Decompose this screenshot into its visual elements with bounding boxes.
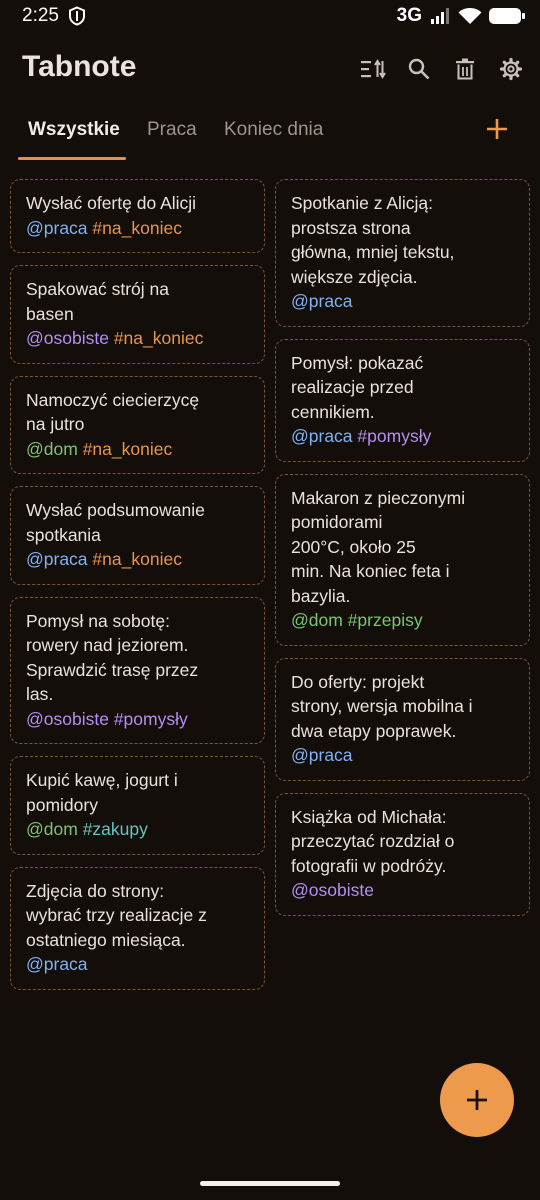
trash-icon <box>456 58 474 80</box>
note-card[interactable]: Namoczyć ciecierzycę na jutro @dom #na_ko… <box>10 375 265 474</box>
note-text: Spakować strój na basen <box>26 279 169 324</box>
note-tags: @praca <box>291 743 515 768</box>
note-tag: #zakupy <box>82 819 148 839</box>
tab-praca[interactable]: Praca <box>147 119 197 141</box>
tab-bar: Wszystkie Praca Koniec dnia <box>0 112 540 162</box>
note-card[interactable]: Makaron z pieczonymi pomidorami 200°C, o… <box>275 473 530 646</box>
note-card[interactable]: Wysłać podsumowanie spotkania @praca #na_… <box>10 486 265 585</box>
note-card[interactable]: Pomysł: pokazać realizacje przed cenniki… <box>275 338 530 462</box>
active-tab-indicator <box>18 157 126 160</box>
note-tag: #na_koniec <box>92 549 182 569</box>
note-text: Spotkanie z Alicją: prostsza strona głów… <box>291 193 455 287</box>
note-tags: @praca <box>26 952 250 977</box>
network-type: 3G <box>396 5 422 26</box>
note-tag: @dom <box>291 610 343 630</box>
notes-column-right: Spotkanie z Alicją: prostsza strona głów… <box>275 179 530 916</box>
note-card[interactable]: Spakować strój na basen @osobiste #na_kon… <box>10 265 265 364</box>
note-card[interactable]: Spotkanie z Alicją: prostsza strona głów… <box>275 179 530 327</box>
header-actions <box>354 52 530 86</box>
note-tags: @dom #na_koniec <box>26 437 250 462</box>
note-card[interactable]: Pomysł na sobotę: rowery nad jeziorem. S… <box>10 596 265 744</box>
note-text: Pomysł: pokazać realizacje przed cenniki… <box>291 352 424 422</box>
plus-icon <box>467 1090 487 1110</box>
note-tags: @praca <box>291 289 515 314</box>
note-text: Kupić kawę, jogurt i pomidory <box>26 770 178 815</box>
settings-button[interactable] <box>492 52 530 86</box>
tab-wszystkie[interactable]: Wszystkie <box>28 119 120 141</box>
app-title: Tabnote <box>22 50 137 83</box>
note-tag: @praca <box>291 745 353 765</box>
status-bar: 2:25 3G <box>0 0 540 34</box>
notes-column-left: Wysłać ofertę do Alicji @praca #na_koniec… <box>10 179 265 990</box>
note-tag: @praca <box>26 217 88 238</box>
add-note-button[interactable] <box>440 1063 514 1137</box>
note-tags: @dom #przepisy <box>291 608 515 633</box>
note-text: Książka od Michała: przeczytać rozdział … <box>291 806 455 876</box>
note-tag: #przepisy <box>347 610 423 630</box>
note-card[interactable]: Zdjęcia do strony: wybrać trzy realizacj… <box>10 866 265 990</box>
note-text: Makaron z pieczonymi pomidorami 200°C, o… <box>291 487 466 606</box>
note-text: Namoczyć ciecierzycę na jutro <box>26 389 200 435</box>
note-tag: #na_koniec <box>92 217 182 238</box>
note-tags: @praca #na_koniec <box>26 216 250 241</box>
wifi-icon <box>458 8 482 24</box>
note-tag: @dom <box>26 819 78 839</box>
note-text: Pomysł na sobotę: rowery nad jeziorem. S… <box>26 610 199 705</box>
note-tag: @dom <box>26 438 78 459</box>
note-card[interactable]: Kupić kawę, jogurt i pomidory @dom #zakup… <box>10 756 265 855</box>
note-text: Wysłać ofertę do Alicji <box>26 193 197 213</box>
note-card[interactable]: Do oferty: projekt strony, wersja mobiln… <box>275 657 530 781</box>
note-tag: @osobiste <box>26 708 109 729</box>
note-tag: @osobiste <box>26 328 109 348</box>
note-tags: @osobiste <box>291 878 515 903</box>
search-icon <box>408 58 430 80</box>
add-tab-icon[interactable] <box>482 114 512 144</box>
gesture-nav-bar[interactable] <box>200 1181 340 1186</box>
note-text: Do oferty: projekt strony, wersja mobiln… <box>291 671 473 741</box>
note-text: Wysłać podsumowanie spotkania <box>26 500 205 545</box>
note-tag: @praca <box>26 954 88 974</box>
delete-button[interactable] <box>446 52 484 86</box>
note-card[interactable]: Książka od Michała: przeczytać rozdział … <box>275 792 530 916</box>
note-tag: @praca <box>26 549 88 569</box>
search-button[interactable] <box>400 52 438 86</box>
note-tag: #na_koniec <box>82 438 173 459</box>
note-tag: #pomysły <box>113 708 188 729</box>
shield-icon <box>69 6 85 26</box>
tab-koniec-dnia[interactable]: Koniec dnia <box>224 119 323 141</box>
note-tag: @osobiste <box>291 880 374 900</box>
note-tag: @praca <box>291 426 353 446</box>
status-time: 2:25 <box>22 5 59 26</box>
note-tags: @dom #zakupy <box>26 817 250 842</box>
note-tags: @osobiste #pomysły <box>26 707 250 732</box>
note-tag: #na_koniec <box>113 328 204 348</box>
sort-icon <box>361 59 386 79</box>
note-tag: #pomysły <box>357 426 432 446</box>
settings-icon <box>499 57 523 81</box>
note-tags: @osobiste #na_koniec <box>26 326 250 351</box>
signal-icon <box>431 8 449 24</box>
battery-icon <box>489 8 525 24</box>
note-tags: @praca #na_koniec <box>26 547 250 572</box>
note-tag: @praca <box>291 291 353 311</box>
note-text: Zdjęcia do strony: wybrać trzy realizacj… <box>26 880 207 950</box>
note-card[interactable]: Wysłać ofertę do Alicji @praca #na_koniec <box>10 179 265 253</box>
sort-button[interactable] <box>354 52 392 86</box>
note-tags: @praca #pomysły <box>291 424 515 449</box>
